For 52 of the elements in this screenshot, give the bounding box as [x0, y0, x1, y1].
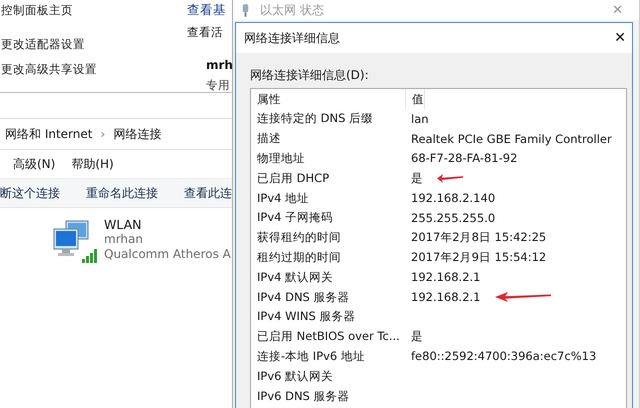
value-cell: Realtek PCIe GBE Family Controller: [411, 132, 612, 146]
toolbar-button[interactable]: 查看此连: [184, 184, 232, 202]
property-cell-text: 租约过期的时间: [256, 250, 342, 265]
dialog-title: 网络连接详细信息: [244, 30, 341, 46]
value-cell: 2017年2月9日 15:54:12: [411, 250, 546, 265]
property-cell-text: 描述: [256, 131, 282, 146]
sidebar-link[interactable]: 更改适配器设置: [1, 37, 85, 52]
breadcrumb-separator: ›: [100, 127, 106, 141]
value-cell: 68-F7-28-FA-81-92: [411, 151, 518, 166]
property-cell-text: 获得租约的时间: [256, 230, 342, 246]
breadcrumb-item[interactable]: 网络和 Internet: [5, 126, 92, 142]
value-cell: 255.255.255.0: [411, 210, 496, 225]
property-cell-text: IPv4 WINS 服务器: [256, 309, 356, 324]
property-cell-text: IPv4 地址: [256, 190, 310, 206]
value-cell: 是: [411, 329, 423, 344]
value-cell: 192.168.2.1: [411, 290, 480, 304]
page-heading: 查看基: [187, 2, 226, 18]
property-cell-text: IPv4 默认网关: [256, 270, 334, 285]
property-cell-text: 物理地址: [256, 150, 306, 166]
column-header[interactable]: 属性: [251, 89, 406, 109]
value-cell: lan: [411, 112, 429, 126]
close-button[interactable]: ✕: [614, 30, 626, 46]
menu-item[interactable]: 高级(N): [13, 156, 56, 172]
value-cell: 192.168.2.1: [411, 270, 480, 284]
adapter-name: Qualcomm Atheros A: [104, 247, 231, 262]
property-cell-text: IPv6 默认网关: [256, 368, 334, 384]
plug-icon: [241, 2, 250, 18]
property-cell-text: 连接特定的 DNS 后缀: [256, 111, 374, 126]
value-cell: 是: [411, 170, 423, 186]
network-name: mrh: [206, 58, 233, 72]
property-cell-text: 连接-本地 IPv6 地址: [256, 348, 366, 364]
list-label: 网络连接详细信息(D):: [250, 67, 370, 84]
value-cell: 2017年2月8日 15:42:25: [411, 230, 546, 246]
property-cell-text: 已启用 NetBIOS over Tc...: [256, 329, 401, 344]
sidebar-link[interactable]: 控制面板主页: [1, 3, 73, 18]
breadcrumb-item[interactable]: 网络连接: [113, 126, 162, 142]
property-cell-text: 已启用 DHCP: [256, 170, 330, 186]
connection-name[interactable]: WLAN: [104, 217, 231, 232]
section-label: 查看活: [187, 25, 223, 40]
property-cell-text: IPv4 子网掩码: [256, 210, 334, 226]
menu-item[interactable]: 帮助(H): [71, 156, 114, 172]
network-type: 专用: [206, 78, 230, 93]
property-cell-text: IPv4 DNS 服务器: [256, 290, 351, 305]
property-cell-text: IPv6 DNS 服务器: [256, 388, 351, 404]
sidebar-link[interactable]: 更改高级共享设置: [1, 62, 97, 77]
network-name: mrhan: [104, 232, 144, 247]
window-title: 以太网 状态: [260, 2, 325, 18]
toolbar-button[interactable]: 断这个连接: [0, 184, 60, 202]
value-cell: fe80::2592:4700:396a:ec7c%13: [411, 349, 596, 364]
value-cell: 192.168.2.140: [411, 191, 496, 206]
column-header[interactable]: 值: [406, 89, 425, 109]
toolbar-button[interactable]: 重命名此连接: [86, 184, 158, 202]
